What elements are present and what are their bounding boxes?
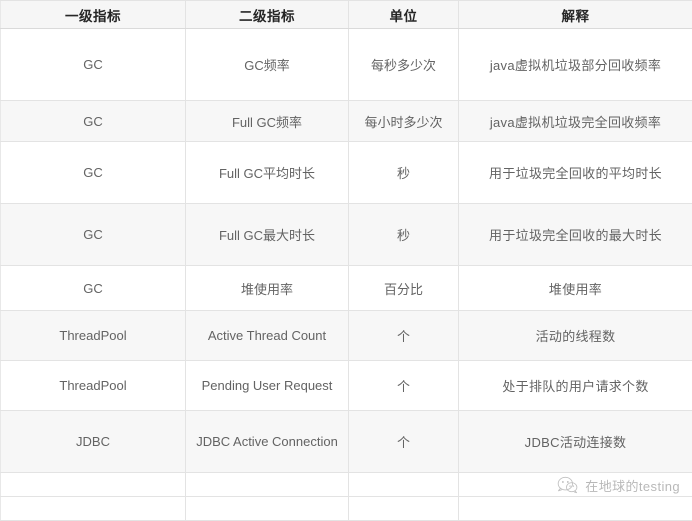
cell-secondary-metric bbox=[186, 473, 349, 497]
cell-secondary-metric: Full GC频率 bbox=[186, 101, 349, 142]
cell-primary-metric: ThreadPool bbox=[1, 311, 186, 361]
cell-description: 处于排队的用户请求个数 bbox=[459, 361, 692, 411]
cell-secondary-metric: 堆使用率 bbox=[186, 266, 349, 311]
cell-primary-metric bbox=[1, 473, 186, 497]
metrics-table: 一级指标 二级指标 单位 解释 GC GC频率 每秒多少次 java虚拟机垃圾部… bbox=[0, 0, 692, 521]
cell-primary-metric: GC bbox=[1, 142, 186, 204]
cell-unit bbox=[349, 497, 459, 521]
table-row: GC GC频率 每秒多少次 java虚拟机垃圾部分回收频率 bbox=[1, 29, 692, 101]
table-row: GC Full GC频率 每小时多少次 java虚拟机垃圾完全回收频率 bbox=[1, 101, 692, 142]
table-header: 一级指标 二级指标 单位 解释 bbox=[1, 1, 692, 29]
cell-primary-metric: JDBC bbox=[1, 411, 186, 473]
table-row: ThreadPool Pending User Request 个 处于排队的用… bbox=[1, 361, 692, 411]
cell-unit: 秒 bbox=[349, 142, 459, 204]
metrics-sheet: 一级指标 二级指标 单位 解释 GC GC频率 每秒多少次 java虚拟机垃圾部… bbox=[0, 0, 692, 519]
cell-description: java虚拟机垃圾完全回收频率 bbox=[459, 101, 692, 142]
cell-description bbox=[459, 473, 692, 497]
table-row: GC Full GC平均时长 秒 用于垃圾完全回收的平均时长 bbox=[1, 142, 692, 204]
table-row: JDBC JDBC Active Connection 个 JDBC活动连接数 bbox=[1, 411, 692, 473]
cell-secondary-metric: Active Thread Count bbox=[186, 311, 349, 361]
cell-primary-metric: GC bbox=[1, 266, 186, 311]
table-body: GC GC频率 每秒多少次 java虚拟机垃圾部分回收频率 GC Full GC… bbox=[1, 29, 692, 521]
cell-unit: 百分比 bbox=[349, 266, 459, 311]
table-row-empty bbox=[1, 473, 692, 497]
cell-unit: 每小时多少次 bbox=[349, 101, 459, 142]
column-header-unit: 单位 bbox=[349, 1, 459, 29]
cell-unit: 每秒多少次 bbox=[349, 29, 459, 101]
cell-secondary-metric: JDBC Active Connection bbox=[186, 411, 349, 473]
cell-unit: 秒 bbox=[349, 204, 459, 266]
cell-description: 活动的线程数 bbox=[459, 311, 692, 361]
cell-primary-metric: GC bbox=[1, 101, 186, 142]
cell-secondary-metric: Full GC最大时长 bbox=[186, 204, 349, 266]
cell-primary-metric: GC bbox=[1, 204, 186, 266]
table-row: ThreadPool Active Thread Count 个 活动的线程数 bbox=[1, 311, 692, 361]
cell-unit: 个 bbox=[349, 411, 459, 473]
cell-unit bbox=[349, 473, 459, 497]
cell-secondary-metric: Pending User Request bbox=[186, 361, 349, 411]
table-header-row: 一级指标 二级指标 单位 解释 bbox=[1, 1, 692, 29]
table-row: GC 堆使用率 百分比 堆使用率 bbox=[1, 266, 692, 311]
cell-description: java虚拟机垃圾部分回收频率 bbox=[459, 29, 692, 101]
column-header-description: 解释 bbox=[459, 1, 692, 29]
cell-secondary-metric: Full GC平均时长 bbox=[186, 142, 349, 204]
cell-description bbox=[459, 497, 692, 521]
cell-primary-metric: GC bbox=[1, 29, 186, 101]
cell-description: JDBC活动连接数 bbox=[459, 411, 692, 473]
cell-primary-metric bbox=[1, 497, 186, 521]
cell-secondary-metric bbox=[186, 497, 349, 521]
cell-description: 堆使用率 bbox=[459, 266, 692, 311]
column-header-primary-metric: 一级指标 bbox=[1, 1, 186, 29]
cell-unit: 个 bbox=[349, 311, 459, 361]
cell-secondary-metric: GC频率 bbox=[186, 29, 349, 101]
table-row: GC Full GC最大时长 秒 用于垃圾完全回收的最大时长 bbox=[1, 204, 692, 266]
table-row-empty bbox=[1, 497, 692, 521]
column-header-secondary-metric: 二级指标 bbox=[186, 1, 349, 29]
cell-description: 用于垃圾完全回收的平均时长 bbox=[459, 142, 692, 204]
cell-primary-metric: ThreadPool bbox=[1, 361, 186, 411]
cell-description: 用于垃圾完全回收的最大时长 bbox=[459, 204, 692, 266]
cell-unit: 个 bbox=[349, 361, 459, 411]
